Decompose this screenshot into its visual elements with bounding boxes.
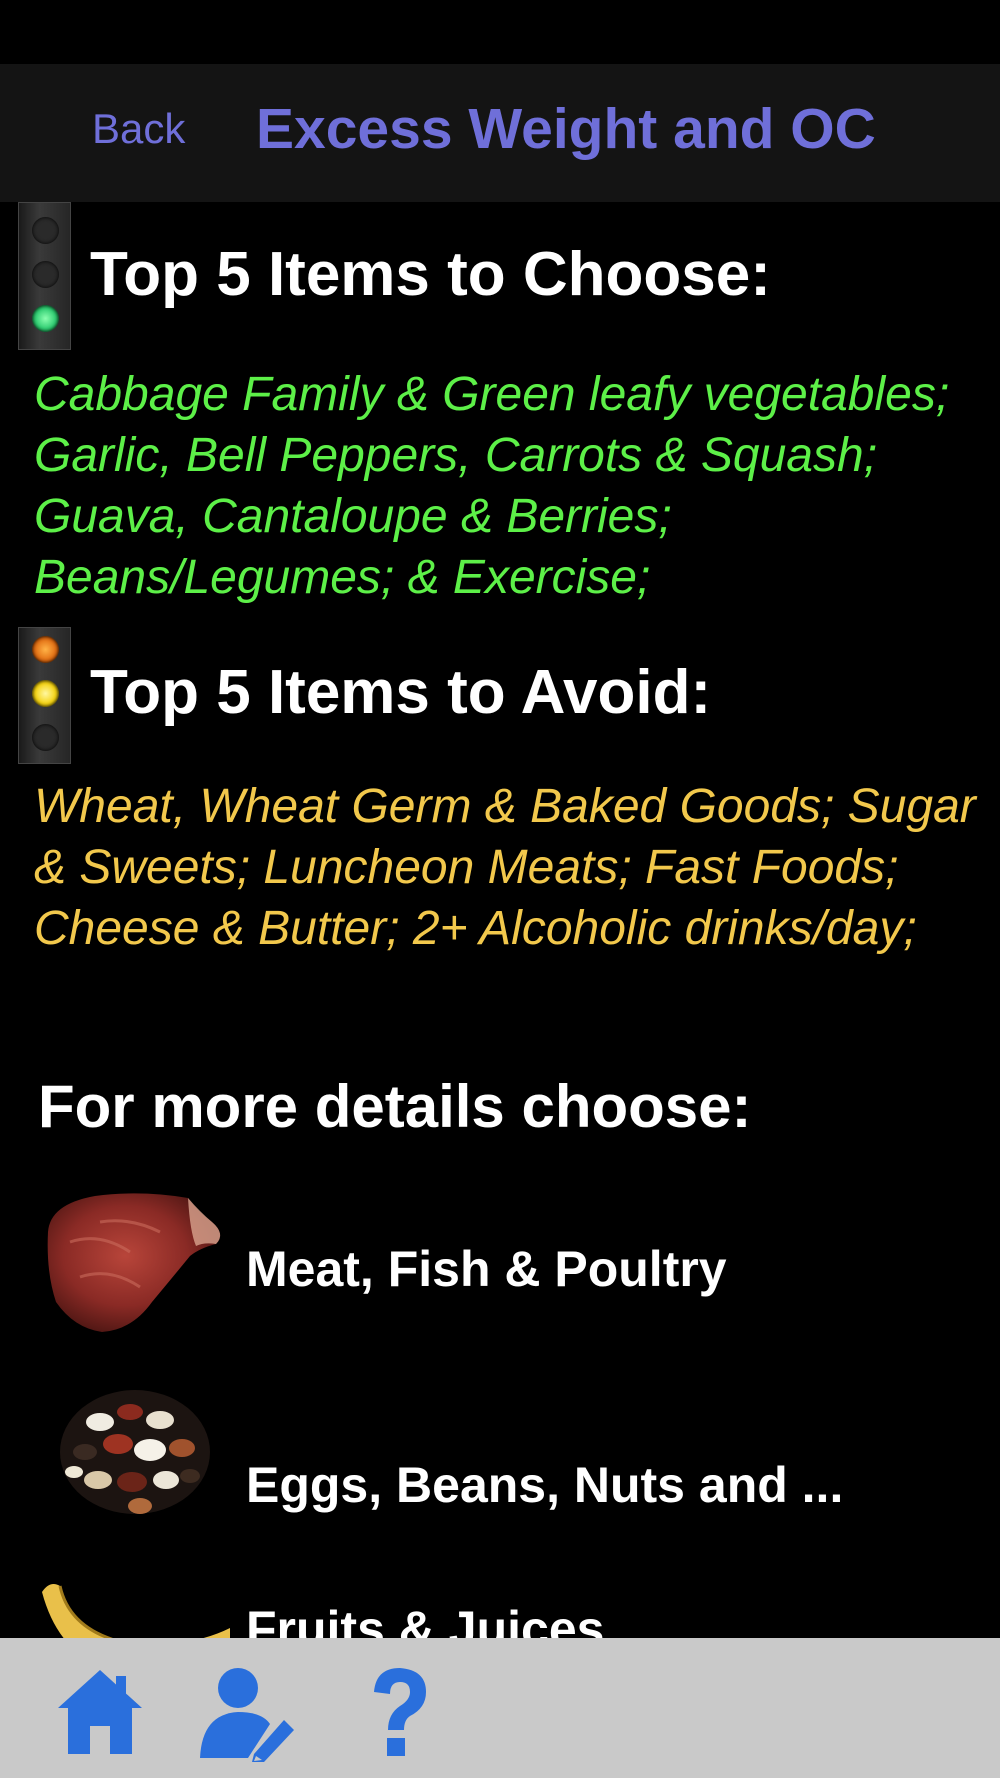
home-icon[interactable] bbox=[50, 1662, 150, 1762]
tab-bar bbox=[0, 1638, 1000, 1778]
category-row-fruits[interactable]: Fruits & Juices bbox=[0, 1572, 1000, 1638]
category-label: Meat, Fish & Poultry bbox=[246, 1241, 727, 1297]
page-title: Excess Weight and OC bbox=[256, 97, 876, 161]
category-label: Fruits & Juices bbox=[246, 1601, 605, 1638]
red-lamp bbox=[32, 217, 59, 244]
category-label: Eggs, Beans, Nuts and ... bbox=[246, 1457, 844, 1513]
category-row-meat[interactable]: Meat, Fish & Poultry bbox=[0, 1182, 1000, 1352]
avoid-heading: Top 5 Items to Avoid: bbox=[90, 658, 712, 727]
user-edit-icon[interactable] bbox=[196, 1662, 296, 1762]
green-lamp-off bbox=[32, 724, 59, 751]
steak-icon bbox=[40, 1182, 230, 1342]
banana-icon bbox=[40, 1572, 230, 1638]
traffic-light-yellow-icon bbox=[18, 627, 71, 764]
choose-heading: Top 5 Items to Choose: bbox=[90, 240, 771, 309]
traffic-light-green-icon bbox=[18, 202, 71, 350]
category-row-eggs-beans[interactable]: Eggs, Beans, Nuts and ... bbox=[0, 1372, 1000, 1542]
app-screen: Back Excess Weight and OC Top 5 Items to… bbox=[0, 0, 1000, 1778]
back-button[interactable]: Back bbox=[92, 108, 185, 150]
status-bar bbox=[0, 0, 1000, 64]
content-scroll-area[interactable]: Top 5 Items to Choose: Cabbage Family & … bbox=[0, 202, 1000, 1638]
help-icon[interactable] bbox=[348, 1662, 448, 1762]
yellow-lamp bbox=[32, 261, 59, 288]
yellow-lamp bbox=[32, 680, 59, 707]
green-lamp bbox=[32, 305, 59, 332]
choose-list-text: Cabbage Family & Green leafy vegetables;… bbox=[34, 368, 950, 604]
avoid-list-text: Wheat, Wheat Germ & Baked Goods; Sugar &… bbox=[34, 780, 976, 955]
navigation-bar: Back Excess Weight and OC bbox=[0, 64, 1000, 202]
orange-lamp bbox=[32, 636, 59, 663]
details-heading: For more details choose: bbox=[38, 1073, 752, 1140]
beans-icon bbox=[40, 1372, 230, 1532]
